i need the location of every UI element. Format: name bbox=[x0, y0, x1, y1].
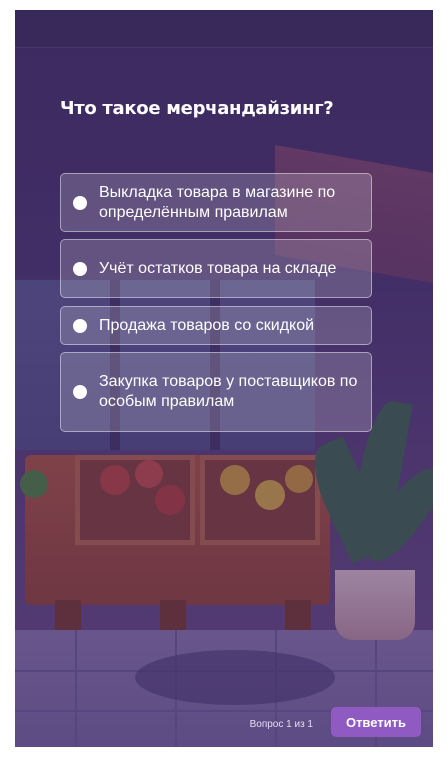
submit-answer-button[interactable]: Ответить bbox=[331, 707, 421, 737]
radio-button[interactable] bbox=[73, 195, 87, 210]
question-title: Что такое мерчандайзинг? bbox=[60, 98, 334, 119]
answer-option-label: Продажа товаров со скидкой bbox=[99, 316, 315, 334]
radio-button[interactable] bbox=[73, 261, 87, 276]
answer-option-3[interactable]: Продажа товаров со скидкой bbox=[60, 306, 372, 345]
quiz-slide: Что такое мерчандайзинг? Выкладка товара… bbox=[15, 10, 433, 747]
radio-button[interactable] bbox=[73, 385, 87, 399]
answer-option-4[interactable]: Закупка товаров у поставщиков по особым … bbox=[60, 352, 372, 432]
radio-button[interactable] bbox=[73, 318, 87, 333]
answer-option-label: Учёт остатков товара на складе bbox=[99, 259, 337, 277]
answer-option-label: Закупка товаров у поставщиков по особым … bbox=[99, 373, 358, 410]
answer-option-2[interactable]: Учёт остатков товара на складе bbox=[60, 239, 372, 298]
quiz-footer: Вопрос 1 из 1 Ответить bbox=[15, 707, 433, 747]
answer-option-1[interactable]: Выкладка товара в магазине по определённ… bbox=[60, 173, 372, 232]
question-counter: Вопрос 1 из 1 bbox=[249, 719, 313, 730]
answer-option-label: Выкладка товара в магазине по определённ… bbox=[99, 183, 336, 221]
